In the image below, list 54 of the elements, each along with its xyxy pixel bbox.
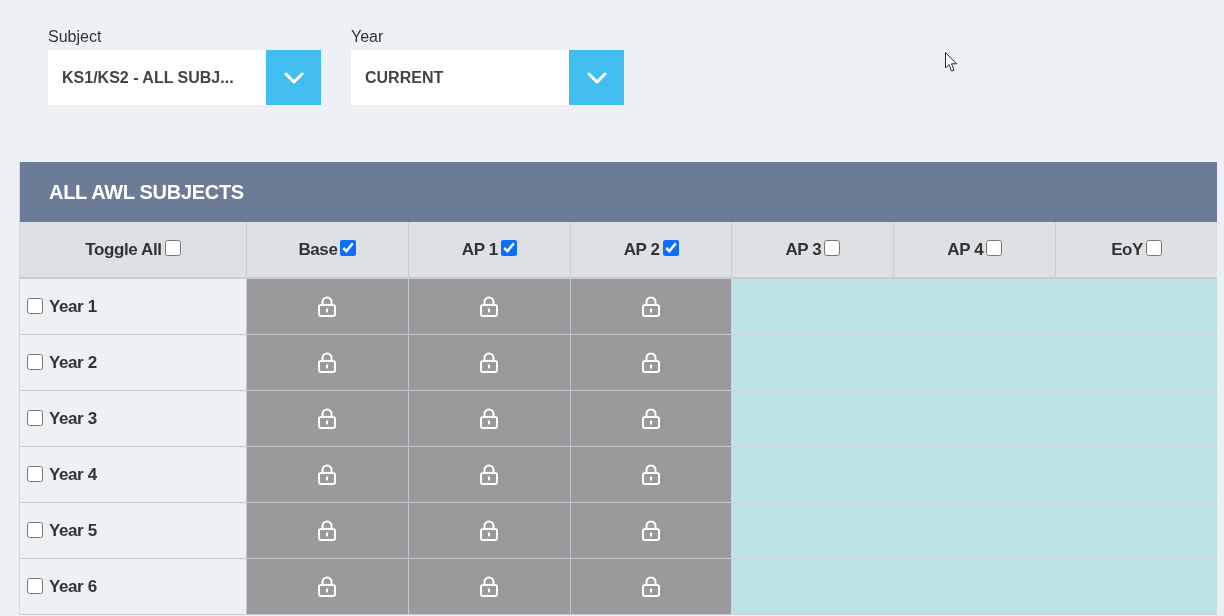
column-label: AP 2 [623,238,660,261]
chevron-down-icon [283,71,304,84]
padlock-icon [480,408,499,429]
padlock-icon [318,464,337,485]
checkbox[interactable] [27,353,43,370]
checkbox[interactable] [27,465,43,482]
column-label: AP 1 [461,238,498,261]
row-label: Year 4 [49,463,97,486]
padlock-icon [318,520,337,541]
checkbox[interactable] [500,240,517,256]
dropdown[interactable]: KS1/KS2 - ALL SUBJ... [48,50,321,105]
padlock-icon [480,352,499,373]
checkbox[interactable] [27,409,43,426]
checkbox[interactable] [27,521,43,538]
column-label: AP 4 [947,238,984,261]
mouse-pointer-icon [945,52,958,72]
column-label: EoY [1111,238,1143,261]
padlock-icon [480,296,499,317]
field-label: Subject [48,27,102,47]
chevron-down-icon [586,71,607,84]
checkbox[interactable] [340,240,357,256]
table-title: ALL AWL SUBJECTS [49,180,244,205]
selected-value: CURRENT [364,67,445,88]
padlock-icon [318,352,337,373]
column-label: Toggle All [85,238,162,261]
checkbox[interactable] [27,577,43,594]
padlock-icon [642,408,661,429]
selected-value: KS1/KS2 - ALL SUBJ... [61,67,235,88]
padlock-icon [318,576,337,597]
padlock-icon [642,464,661,485]
row-label: Year 6 [49,575,97,598]
checkbox[interactable] [164,240,181,256]
checkbox[interactable] [27,297,43,314]
checkbox[interactable] [662,240,679,256]
row-label: Year 3 [49,407,97,430]
padlock-icon [642,296,661,317]
row-label: Year 5 [49,519,97,542]
dropdown[interactable]: CURRENT [351,50,624,105]
padlock-icon [480,464,499,485]
checkbox[interactable] [986,240,1003,256]
padlock-icon [642,352,661,373]
padlock-icon [318,296,337,317]
padlock-icon [480,576,499,597]
padlock-icon [480,520,499,541]
padlock-icon [318,408,337,429]
column-label: Base [298,238,338,261]
row-label: Year 2 [49,351,97,374]
field-label: Year [351,27,384,47]
padlock-icon [642,576,661,597]
checkbox[interactable] [1146,240,1162,256]
column-label: AP 3 [785,238,822,261]
checkbox[interactable] [824,240,841,256]
padlock-icon [642,520,661,541]
row-label: Year 1 [49,295,97,318]
